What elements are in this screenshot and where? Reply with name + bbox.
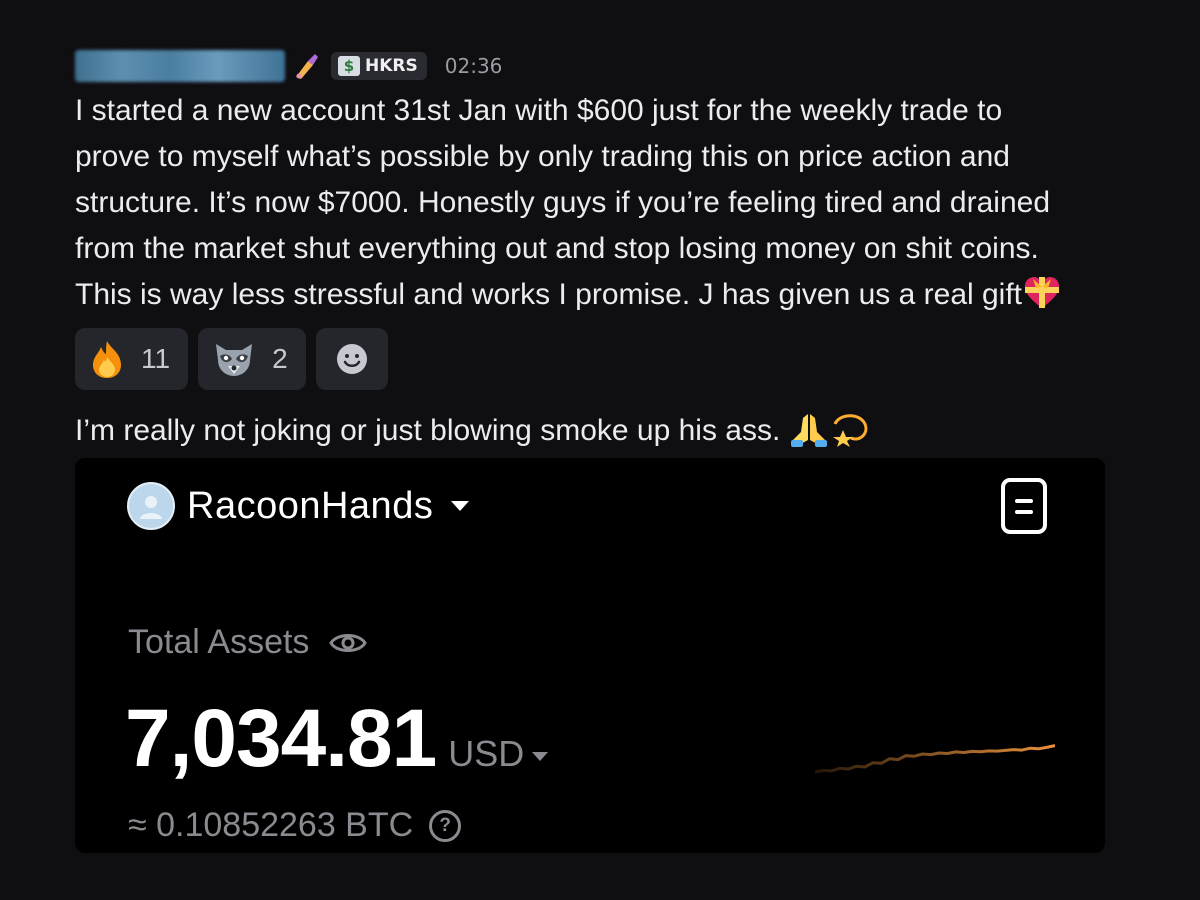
account-selector[interactable]: RacoonHands	[127, 482, 470, 530]
add-reaction-button[interactable]	[315, 328, 388, 390]
chat-message: $ HKRS 02:36 I started a new account 31s…	[0, 0, 1200, 900]
currency-label: USD	[448, 733, 525, 774]
followup-text: I’m really not joking or just blowing sm…	[75, 414, 781, 447]
role-tag-label: HKRS	[365, 56, 418, 76]
raccoon-icon	[216, 344, 253, 376]
balance-sparkline	[815, 744, 1055, 774]
reaction-count: 2	[272, 343, 288, 374]
dizzy-star-icon	[829, 410, 869, 448]
help-icon[interactable]: ?	[429, 809, 462, 842]
avatar	[127, 482, 175, 530]
dollar-badge-icon: $	[338, 56, 360, 76]
btc-equivalent: ≈ 0.10852263 BTC	[128, 806, 414, 844]
total-assets-text: Total Assets	[128, 623, 310, 661]
heart-with-ribbon-icon	[1022, 274, 1062, 312]
total-balance: 7,034.81	[125, 693, 437, 784]
chevron-down-icon	[451, 501, 470, 511]
sparkline-path	[815, 744, 1055, 774]
followup-message: I’m really not joking or just blowing sm…	[75, 408, 869, 454]
fire-icon	[93, 341, 121, 378]
total-assets-label: Total Assets	[128, 623, 368, 662]
add-reaction-icon	[336, 344, 367, 374]
reaction-count: 11	[141, 343, 171, 374]
currency-selector[interactable]: USD	[448, 733, 549, 775]
nail-polish-icon	[289, 49, 323, 83]
message-line: from the market shut everything out and …	[75, 232, 1039, 265]
reaction-fire[interactable]: 11	[75, 328, 189, 390]
screenshot-attachment[interactable]: RacoonHands Total Assets 7,034.81 USD ≈ …	[75, 458, 1105, 853]
chevron-down-icon	[532, 751, 549, 761]
message-line: I started a new account 31st Jan with $6…	[75, 94, 1003, 127]
message-line: prove to myself what’s possible by only …	[75, 140, 1010, 173]
message-line: structure. It’s now $7000. Honestly guys…	[75, 186, 1050, 219]
eye-icon[interactable]	[329, 630, 368, 656]
balance-row: 7,034.81 USD	[125, 692, 549, 786]
reaction-bar: 11 2	[75, 328, 388, 390]
document-icon[interactable]	[1001, 478, 1047, 534]
message-timestamp: 02:36	[444, 54, 503, 78]
message-line-last: This is way less stressful and works I p…	[75, 272, 1175, 318]
message-body: I started a new account 31st Jan with $6…	[75, 88, 1175, 318]
role-tag[interactable]: $ HKRS	[331, 52, 427, 80]
account-name: RacoonHands	[187, 484, 434, 527]
username-redacted[interactable]	[75, 50, 285, 82]
btc-equivalent-row: ≈ 0.10852263 BTC ?	[128, 806, 462, 845]
message-header: $ HKRS 02:36	[75, 48, 502, 84]
message-line: This is way less stressful and works I p…	[75, 278, 1023, 311]
reaction-raccoon[interactable]: 2	[198, 328, 306, 390]
folded-hands-icon	[789, 410, 829, 448]
